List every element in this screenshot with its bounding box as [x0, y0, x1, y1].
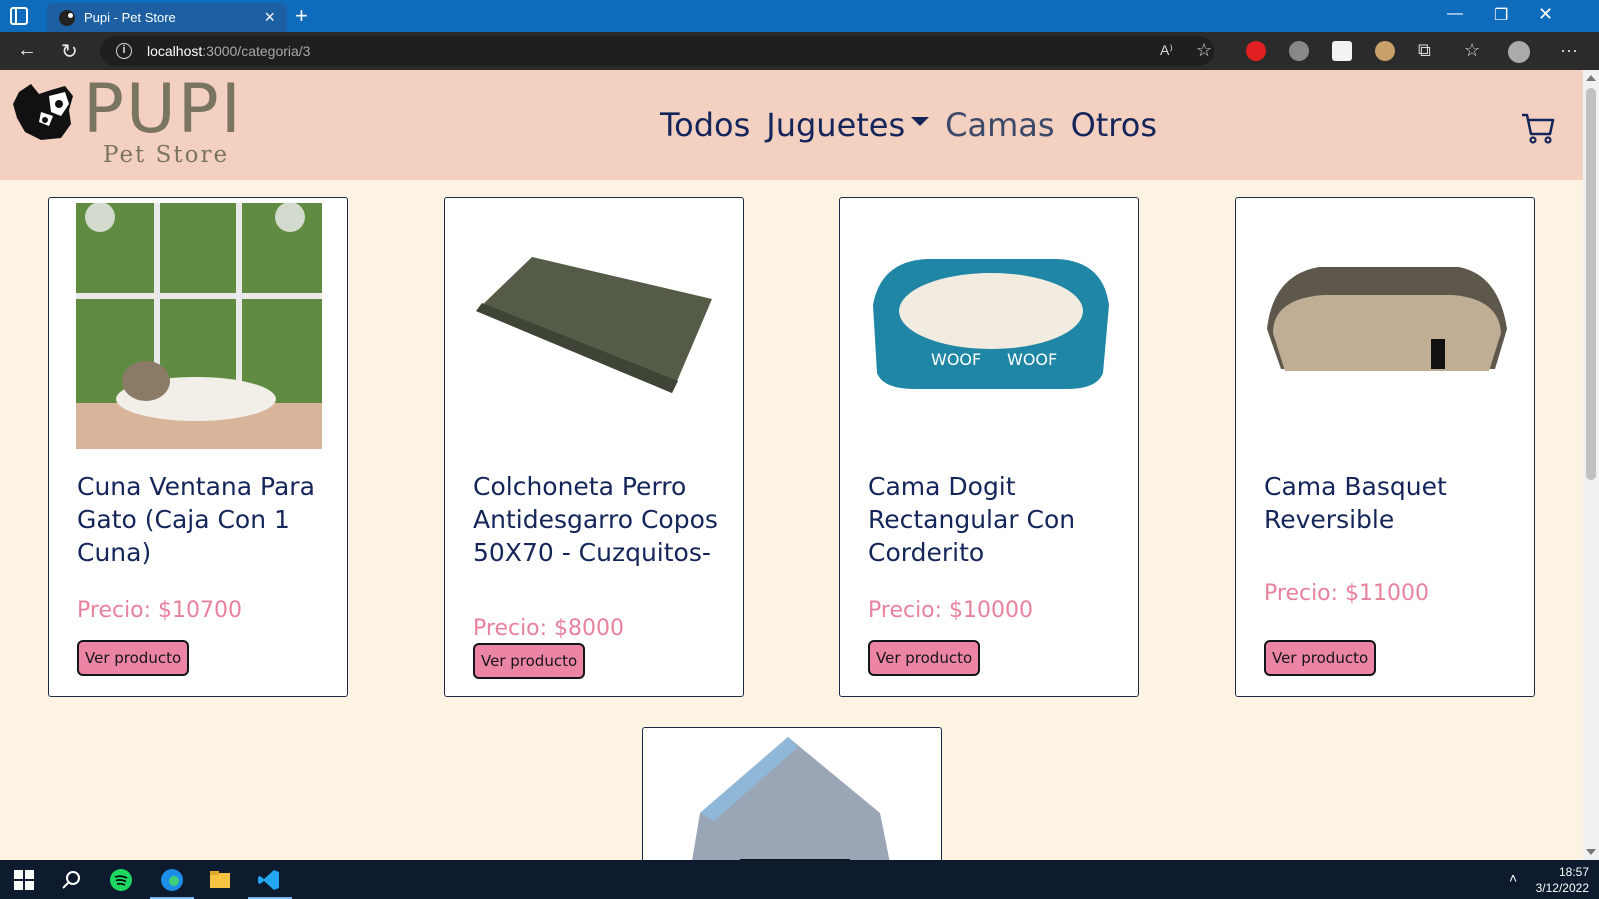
new-tab-icon[interactable]: + [295, 3, 308, 29]
product-card: Cama Basquet Reversible Precio: $11000 V… [1235, 197, 1535, 697]
restore-icon[interactable]: ❐ [1494, 5, 1508, 25]
product-image[interactable]: WOOF WOOF [867, 203, 1113, 449]
close-tab-icon[interactable]: × [264, 7, 275, 28]
nav-todos[interactable]: Todos [660, 106, 750, 144]
search-icon[interactable] [60, 868, 84, 892]
ver-producto-button[interactable]: Ver producto [473, 643, 586, 679]
product-image[interactable] [76, 203, 322, 449]
site-header: PUPI Pet Store Todos Juguetes Camas Otro… [0, 70, 1583, 180]
read-aloud-icon[interactable]: A⁾ [1160, 42, 1173, 59]
product-card: WOOF WOOF Cama Dogit Rectangular Con Cor… [839, 197, 1139, 697]
nav-juguetes-dropdown[interactable]: Juguetes [766, 106, 930, 144]
back-icon[interactable]: ← [17, 39, 37, 62]
browser-toolbar: ← ↻ i localhost:3000/categoria/3 A⁾ ☆ ⧉ … [0, 32, 1599, 70]
product-price: Precio: $10000 [868, 598, 1034, 623]
caret-down-icon [911, 116, 930, 126]
site-favicon-icon [59, 9, 75, 26]
nav-otros[interactable]: Otros [1071, 106, 1157, 144]
cart-icon[interactable] [1520, 110, 1556, 146]
scroll-up-icon[interactable] [1586, 75, 1596, 81]
ver-producto-button[interactable]: Ver producto [77, 640, 190, 676]
logo-wordmark: PUPI [83, 70, 243, 149]
browser-tab[interactable]: Pupi - Pet Store × [47, 3, 287, 32]
favorites-icon[interactable]: ☆ [1464, 40, 1480, 61]
nav-juguetes[interactable]: Juguetes [766, 106, 905, 144]
url-host: localhost [147, 43, 203, 59]
dog-logo-icon [13, 84, 73, 140]
product-card: Cuna Ventana Para Gato (Caja Con 1 Cuna)… [48, 197, 348, 697]
page-scrollbar[interactable] [1583, 70, 1599, 860]
product-title: Colchoneta Perro Antidesgarro Copos 50X7… [473, 472, 718, 567]
file-explorer-icon[interactable] [208, 868, 232, 892]
product-card [642, 727, 942, 860]
product-price: Precio: $11000 [1264, 581, 1430, 606]
tray-chevron-up-icon[interactable]: ˄ [1509, 870, 1517, 886]
clock-date: 3/12/2022 [1535, 881, 1589, 895]
product-title: Cuna Ventana Para Gato (Caja Con 1 Cuna) [77, 472, 315, 567]
clock-time: 18:57 [1558, 865, 1589, 879]
extension-gray-icon[interactable] [1289, 41, 1309, 61]
product-price: Precio: $8000 [473, 616, 625, 641]
spotify-icon[interactable] [109, 868, 133, 892]
extension-owl-icon[interactable] [1375, 41, 1395, 61]
ver-producto-button[interactable]: Ver producto [1264, 640, 1377, 676]
profile-avatar-icon[interactable] [1508, 41, 1530, 63]
site-info-icon[interactable]: i [116, 43, 132, 59]
logo-subtitle: Pet Store [103, 142, 230, 168]
refresh-icon[interactable]: ↻ [61, 39, 78, 64]
browser-titlebar: Pupi - Pet Store × + — ❐ ✕ [0, 0, 1599, 32]
os-taskbar: ˄ 18:57 3/12/2022 [0, 860, 1599, 899]
svg-text:WOOF: WOOF [1007, 350, 1057, 369]
product-title: Cama Dogit Rectangular Con Corderito [868, 472, 1076, 567]
windows-start-icon[interactable] [12, 868, 36, 892]
extensions-icon[interactable]: ⧉ [1418, 40, 1431, 61]
url-text[interactable]: localhost:3000/categoria/3 [147, 43, 310, 59]
minimize-icon[interactable]: — [1447, 5, 1463, 23]
page-viewport: PUPI Pet Store Todos Juguetes Camas Otro… [0, 70, 1583, 860]
scrollbar-thumb[interactable] [1586, 88, 1596, 480]
extension-red-icon[interactable] [1246, 41, 1266, 61]
extension-pdf-icon[interactable] [1332, 41, 1352, 61]
settings-more-icon[interactable]: ··· [1560, 40, 1578, 61]
product-price: Precio: $10700 [77, 598, 243, 623]
site-logo[interactable]: PUPI Pet Store [11, 76, 251, 172]
url-path: :3000/categoria/3 [202, 43, 311, 59]
product-image[interactable] [670, 733, 916, 860]
scroll-down-icon[interactable] [1586, 849, 1596, 855]
close-window-icon[interactable]: ✕ [1538, 4, 1553, 25]
add-favorite-icon[interactable]: ☆ [1196, 40, 1212, 61]
main-nav: Todos Juguetes Camas Otros [660, 106, 1157, 144]
nav-camas[interactable]: Camas [945, 106, 1054, 144]
address-bar[interactable]: i localhost:3000/categoria/3 [100, 36, 1214, 66]
ver-producto-button[interactable]: Ver producto [868, 640, 981, 676]
tab-actions-icon[interactable] [10, 7, 28, 25]
edge-browser-icon[interactable] [160, 868, 184, 892]
system-clock[interactable]: 18:57 3/12/2022 [1536, 864, 1589, 896]
vscode-icon[interactable] [257, 868, 281, 892]
svg-text:WOOF: WOOF [931, 350, 981, 369]
tab-title: Pupi - Pet Store [84, 10, 176, 25]
product-image[interactable] [472, 203, 718, 449]
product-card: Colchoneta Perro Antidesgarro Copos 50X7… [444, 197, 744, 697]
product-image[interactable] [1263, 203, 1509, 449]
product-title: Cama Basquet Reversible [1264, 472, 1447, 534]
